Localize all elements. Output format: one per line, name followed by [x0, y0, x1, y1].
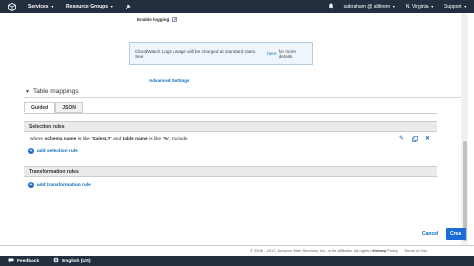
info-here-link[interactable]: here — [267, 51, 276, 56]
chevron-down-icon: ▼ — [110, 4, 114, 9]
support-menu[interactable]: Support ▼ — [444, 4, 467, 10]
language-selector[interactable]: English (US) — [53, 257, 91, 265]
cloudwatch-info-box: CloudWatch Logs usage will be charged at… — [129, 42, 313, 65]
chevron-down-icon: ▼ — [392, 4, 396, 9]
scrollbar-thumb[interactable] — [462, 141, 467, 241]
aws-cube-icon[interactable] — [7, 2, 16, 11]
tab-json[interactable]: JSON — [55, 102, 83, 113]
selection-rule-row: where schema name is like 'SalesLT' and … — [24, 133, 437, 145]
create-button[interactable]: Crea — [446, 228, 466, 240]
feedback-label: Feedback — [17, 258, 40, 264]
bottom-bar: Feedback English (US) — [0, 256, 474, 266]
rule-where: where — [30, 136, 44, 142]
table-mappings-title: Table mappings — [32, 88, 79, 95]
add-transformation-rule-label: add transformation rule — [37, 182, 91, 188]
region-label: N. Virginia — [405, 3, 429, 10]
tab-underline — [24, 113, 437, 114]
vertical-scrollbar[interactable] — [461, 13, 468, 245]
footer-links: Privacy Policy Terms of Use — [373, 248, 427, 253]
plus-circle-icon: + — [28, 182, 34, 188]
rule-is-like-2: is like — [149, 136, 162, 142]
chevron-down-icon: ▼ — [463, 4, 467, 9]
feedback-button[interactable]: Feedback — [8, 258, 39, 265]
delete-x-icon[interactable]: ✕ — [424, 135, 431, 142]
copy-icon[interactable] — [411, 135, 418, 142]
selection-rules-header: Selection rules — [24, 121, 437, 132]
collapse-triangle-icon: ▼ — [25, 88, 30, 95]
top-navigation: Services ▼ Resource Groups ▼ sabraham @ … — [0, 0, 474, 13]
section-divider — [24, 97, 461, 98]
info-text-after: for more details. — [278, 48, 297, 59]
chevron-down-icon: ▼ — [430, 4, 435, 9]
user-menu[interactable]: sabraham @ altitrem ▼ — [344, 4, 396, 10]
selection-rules-title: Selection rules — [29, 123, 65, 130]
advanced-settings-link[interactable]: Advanced Settings — [149, 78, 190, 83]
table-mappings-header[interactable]: ▼ Table mappings — [25, 88, 78, 95]
support-label: Support — [444, 3, 462, 10]
enable-logging-checkbox[interactable]: ✓ — [172, 17, 177, 23]
pin-icon[interactable] — [125, 3, 132, 10]
rule-schema-value: 'SalesLT' — [91, 136, 112, 142]
rule-action: Include — [172, 136, 188, 142]
tab-guided[interactable]: Guided — [24, 102, 56, 113]
resource-groups-menu[interactable]: Resource Groups ▼ — [66, 4, 113, 10]
services-menu[interactable]: Services ▼ — [28, 4, 54, 10]
rule-schema-label: schema name — [44, 136, 77, 142]
resource-groups-label: Resource Groups — [66, 3, 109, 10]
rule-comma: , — [169, 136, 171, 142]
user-label: sabraham @ altitrem — [343, 3, 391, 10]
add-transformation-rule-link[interactable]: + add transformation rule — [28, 182, 91, 188]
feedback-speech-icon — [8, 258, 14, 265]
rule-is-like: is like — [77, 136, 90, 142]
services-label: Services — [28, 3, 49, 10]
plus-circle-icon: + — [28, 148, 34, 154]
globe-icon — [53, 257, 59, 265]
rule-table-label: table name — [122, 136, 148, 142]
rule-and: and — [113, 136, 122, 142]
language-label: English (US) — [62, 258, 91, 264]
cancel-button[interactable]: Cancel — [422, 231, 438, 237]
enable-logging-label: Enable logging — [137, 17, 170, 22]
edit-pencil-icon[interactable]: ✎ — [398, 135, 405, 142]
copyright-text: © 2008 - 2017, Amazon Web Services, Inc.… — [250, 248, 388, 253]
footer-divider — [0, 245, 474, 246]
add-selection-rule-label: add selection rule — [37, 148, 78, 154]
rule-actions: ✎ ✕ — [398, 135, 431, 142]
enable-logging-row: Enable logging ✓ — [137, 17, 177, 23]
chevron-down-icon: ▼ — [50, 4, 55, 9]
mapping-tabs: Guided JSON — [24, 102, 83, 113]
privacy-policy-link[interactable]: Privacy Policy — [373, 248, 398, 253]
notifications-bell-icon[interactable] — [328, 3, 334, 10]
transformation-rules-header: Transformation rules — [24, 166, 437, 177]
region-menu[interactable]: N. Virginia ▼ — [406, 4, 434, 10]
terms-of-use-link[interactable]: Terms of Use — [404, 248, 428, 253]
transformation-rules-title: Transformation rules — [29, 168, 79, 175]
info-text-before: CloudWatch Logs usage will be charged at… — [135, 48, 257, 59]
add-selection-rule-link[interactable]: + add selection rule — [28, 148, 78, 154]
